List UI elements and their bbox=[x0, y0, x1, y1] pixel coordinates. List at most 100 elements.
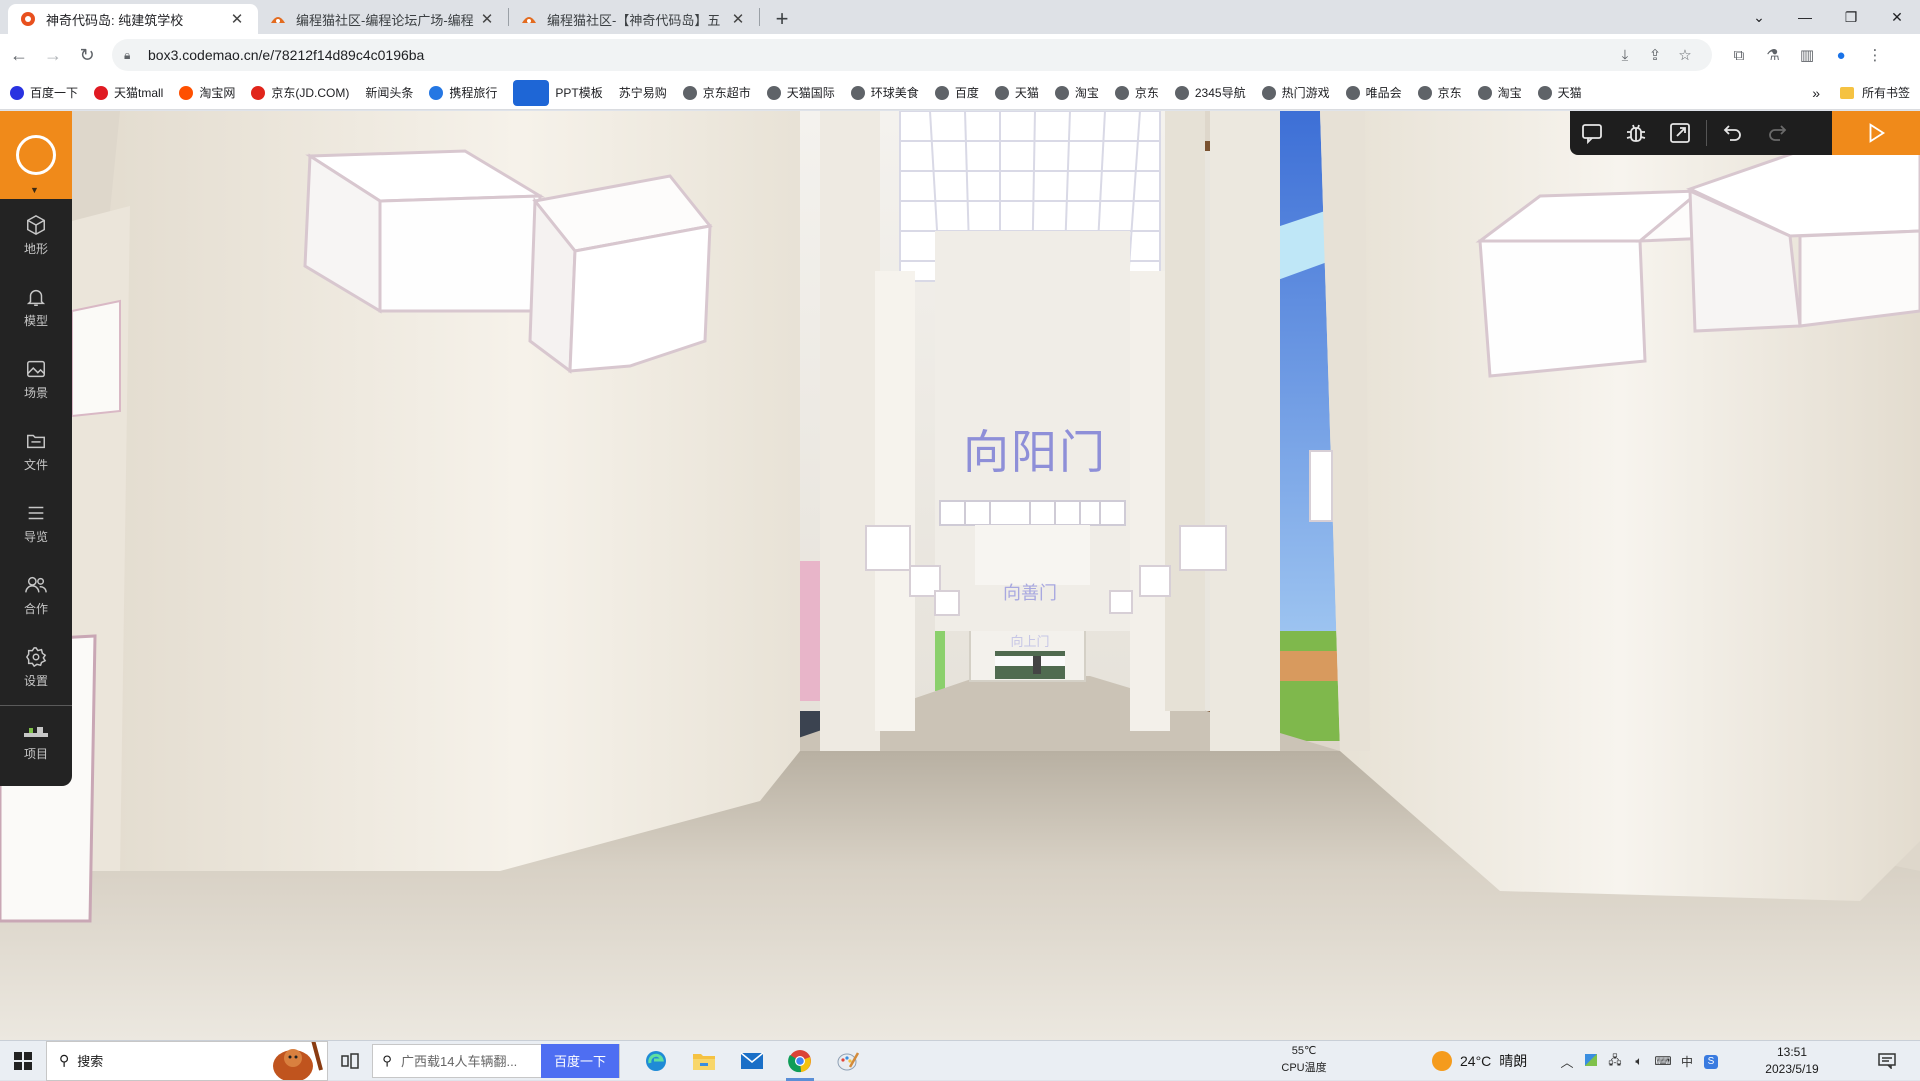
bookmark-item[interactable]: PPT模板 bbox=[513, 79, 603, 106]
taskbar-app-explorer[interactable] bbox=[680, 1041, 728, 1081]
bookmark-item[interactable]: 热门游戏 bbox=[1261, 84, 1330, 101]
taskbar-app-mail[interactable] bbox=[728, 1041, 776, 1081]
bookmark-item[interactable]: 新闻头条 bbox=[365, 84, 413, 101]
tab-search-icon[interactable]: ⌄ bbox=[1736, 0, 1782, 34]
bookmark-label: PPT模板 bbox=[555, 86, 603, 100]
minimize-icon[interactable]: — bbox=[1782, 0, 1828, 34]
bookmark-item[interactable]: 天猫 bbox=[1537, 84, 1582, 101]
browser-tab-3[interactable]: 编程猫社区-【神奇代码岛】五 ✕ bbox=[509, 4, 759, 34]
bookmark-item[interactable]: 京东(JD.COM) bbox=[251, 84, 349, 101]
tab-close-icon[interactable]: ✕ bbox=[478, 10, 496, 28]
browser-tab-2[interactable]: 编程猫社区-编程论坛广场-编程 ✕ bbox=[258, 4, 508, 34]
system-clock[interactable]: 13:51 2023/5/19 bbox=[1752, 1044, 1832, 1078]
baidu-search-button[interactable]: 百度一下 bbox=[541, 1043, 619, 1078]
debug-button[interactable] bbox=[1614, 111, 1658, 155]
3d-viewport[interactable]: 向阳门 向善门 向上门 bbox=[0, 111, 1920, 1041]
sidebar-item-settings[interactable]: 设置 bbox=[0, 631, 72, 703]
bookmark-item[interactable]: 百度一下 bbox=[10, 84, 78, 101]
bookmark-item[interactable]: 苏宁易购 bbox=[619, 84, 667, 101]
bookmark-item[interactable]: 京东 bbox=[1417, 84, 1462, 101]
sidebar-item-model[interactable]: 模型 bbox=[0, 271, 72, 343]
sidebar-item-project[interactable]: 项目 bbox=[0, 706, 72, 778]
tab-close-icon[interactable]: ✕ bbox=[228, 10, 246, 28]
fullscreen-button[interactable] bbox=[1658, 111, 1702, 155]
sign-second: 向善门 bbox=[1003, 583, 1057, 604]
bookmark-item[interactable]: 天猫国际 bbox=[766, 84, 835, 101]
bookmarks-overflow-icon[interactable]: » bbox=[1812, 85, 1820, 101]
sidebar-item-scene[interactable]: 场景 bbox=[0, 343, 72, 415]
editor-sidebar: ▼ 地形 模型 场景 文件 导览 合作 设置 项目 bbox=[0, 111, 72, 786]
bookmark-item[interactable]: 京东 bbox=[1114, 84, 1159, 101]
sidebar-item-collab[interactable]: 合作 bbox=[0, 559, 72, 631]
input-method-icon[interactable]: 中 bbox=[1675, 1053, 1699, 1070]
bookmark-item[interactable]: 淘宝 bbox=[1054, 84, 1099, 101]
weather-widget[interactable]: 24°C 晴朗 bbox=[1432, 1041, 1527, 1081]
back-icon[interactable]: ← bbox=[4, 40, 34, 70]
bookmark-label: 京东(JD.COM) bbox=[271, 86, 350, 100]
volume-icon[interactable]: 🔈︎ bbox=[1627, 1054, 1651, 1069]
bookmark-label: 淘宝网 bbox=[199, 86, 236, 100]
edge-icon bbox=[646, 1050, 666, 1071]
extensions-icon[interactable]: ⧉ bbox=[1722, 40, 1756, 70]
forward-icon[interactable]: → bbox=[38, 40, 68, 70]
bookmark-item[interactable]: 百度 bbox=[934, 84, 979, 101]
chrome-icon bbox=[788, 1049, 811, 1072]
start-button[interactable] bbox=[0, 1041, 46, 1081]
sidebar-item-files[interactable]: 文件 bbox=[0, 415, 72, 487]
bookmark-item[interactable]: 天猫tmall bbox=[94, 84, 163, 101]
taskbar-app-chrome[interactable] bbox=[776, 1041, 824, 1081]
bookmark-item[interactable]: 携程旅行 bbox=[429, 84, 497, 101]
bookmark-label: 百度一下 bbox=[30, 86, 79, 100]
bookmark-item[interactable]: 淘宝 bbox=[1477, 84, 1522, 101]
tray-app-icon[interactable] bbox=[1579, 1053, 1603, 1069]
tray-overflow-chevron-icon[interactable]: ︿ bbox=[1555, 1052, 1579, 1071]
tab-close-icon[interactable]: ✕ bbox=[729, 10, 747, 28]
taskbar-app-edge[interactable] bbox=[632, 1041, 680, 1081]
project-icon bbox=[24, 726, 48, 737]
profile-avatar-icon[interactable]: ● bbox=[1824, 40, 1858, 70]
run-button[interactable] bbox=[1832, 111, 1920, 155]
redo-button[interactable] bbox=[1755, 111, 1799, 155]
address-bar[interactable]: 🔒︎ box3.codemao.cn/e/78212f14d89c4c0196b… bbox=[112, 39, 1712, 71]
new-tab-button[interactable]: + bbox=[768, 5, 796, 33]
sogou-icon[interactable]: S bbox=[1699, 1053, 1723, 1069]
baidu-icon bbox=[10, 85, 24, 100]
windows-logo-icon bbox=[14, 1051, 32, 1070]
play-icon bbox=[1869, 123, 1886, 143]
task-view-icon[interactable] bbox=[328, 1052, 372, 1069]
taskbar-search-box[interactable]: ⚲ 搜索 bbox=[46, 1040, 328, 1081]
bookmark-item[interactable]: 2345导航 bbox=[1174, 84, 1246, 101]
menu-kebab-icon[interactable]: ⋮ bbox=[1858, 40, 1892, 70]
undo-button[interactable] bbox=[1711, 111, 1755, 155]
all-bookmarks-link[interactable]: 所有书签 bbox=[1862, 84, 1910, 101]
reload-icon[interactable]: ↻ bbox=[72, 40, 102, 70]
comment-button[interactable] bbox=[1570, 111, 1614, 155]
box3-logo-button[interactable]: ▼ bbox=[0, 111, 72, 199]
share-icon[interactable]: ⇪ bbox=[1640, 46, 1670, 64]
taskbar-app-paint[interactable] bbox=[824, 1041, 872, 1081]
sidebar-item-label: 模型 bbox=[23, 313, 48, 328]
device-icon[interactable]: ⌨︎ bbox=[1651, 1054, 1675, 1068]
bookmark-item[interactable]: 天猫 bbox=[994, 84, 1039, 101]
restore-icon[interactable]: ❐ bbox=[1828, 0, 1874, 34]
bookmark-item[interactable]: 京东超市 bbox=[682, 84, 751, 101]
baidu-search-input[interactable]: 广西载14人车辆翻... bbox=[401, 1051, 541, 1070]
side-panel-icon[interactable]: ▥ bbox=[1790, 40, 1824, 70]
paint-icon bbox=[837, 1051, 860, 1070]
search-icon: ⚲ bbox=[59, 1052, 70, 1068]
bookmark-item[interactable]: 淘宝网 bbox=[179, 84, 235, 101]
bookmark-item[interactable]: 唯品会 bbox=[1345, 84, 1402, 101]
bookmark-item[interactable]: 环球美食 bbox=[850, 84, 919, 101]
close-window-icon[interactable]: ✕ bbox=[1874, 0, 1920, 34]
notification-center-icon[interactable] bbox=[1872, 1041, 1902, 1081]
sidebar-item-guide[interactable]: 导览 bbox=[0, 487, 72, 559]
network-icon[interactable]: 🖧︎ bbox=[1603, 1051, 1627, 1072]
lab-icon[interactable]: ⚗ bbox=[1756, 40, 1790, 70]
bookmark-star-icon[interactable]: ☆ bbox=[1670, 46, 1700, 64]
install-icon[interactable]: ⤓ bbox=[1610, 47, 1640, 64]
browser-tab-1[interactable]: 神奇代码岛: 纯建筑学校 ✕ bbox=[8, 4, 258, 34]
sidebar-item-terrain[interactable]: 地形 bbox=[0, 199, 72, 271]
globe-icon bbox=[850, 85, 865, 100]
weather-temp: 24°C bbox=[1460, 1053, 1492, 1069]
sidebar-item-label: 地形 bbox=[23, 241, 48, 256]
